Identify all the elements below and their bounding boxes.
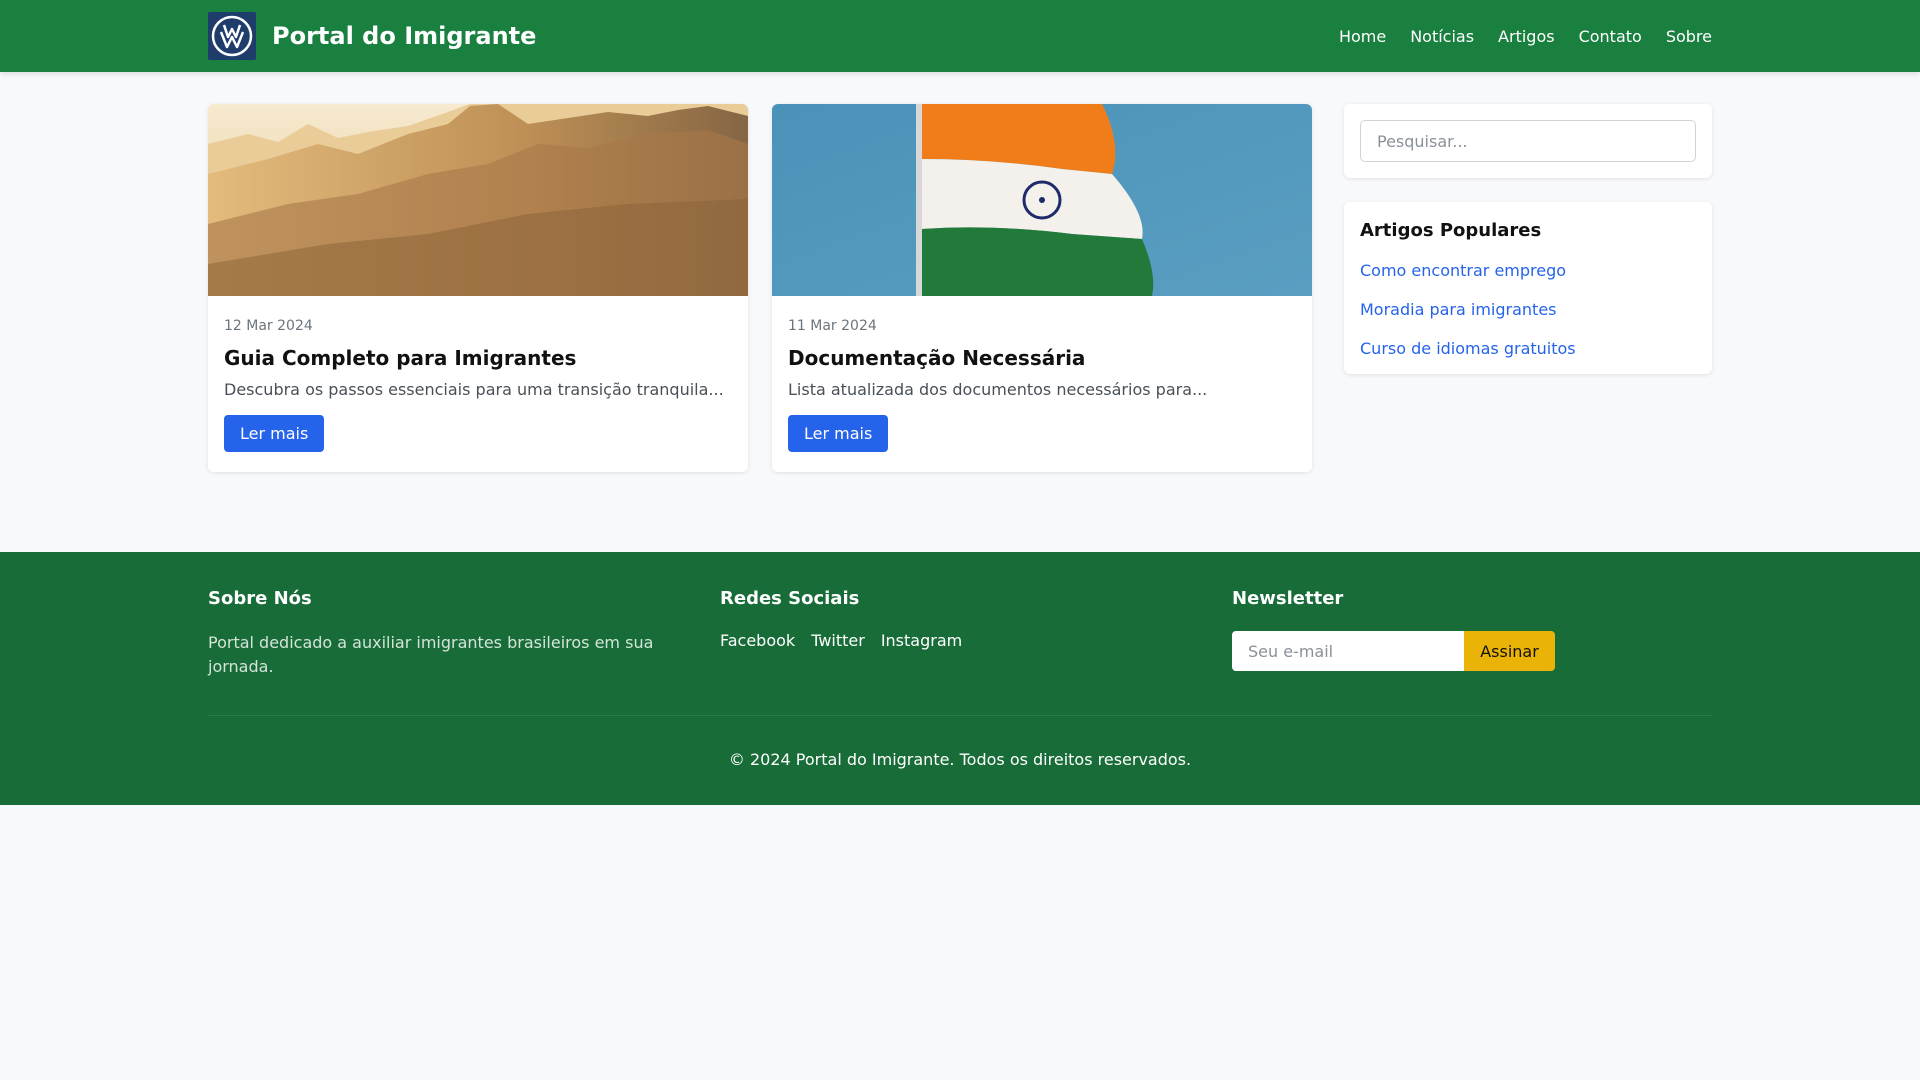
brand-name: Portal do Imigrante: [272, 22, 537, 50]
card-body: 12 Mar 2024 Guia Completo para Imigrante…: [208, 300, 748, 468]
newsletter-form: Assinar: [1232, 631, 1555, 671]
brand-link[interactable]: Portal do Imigrante: [208, 12, 536, 60]
instagram-link[interactable]: Instagram: [881, 631, 962, 650]
card-excerpt: Lista atualizada dos documentos necessár…: [788, 380, 1208, 399]
navbar-container: Portal do Imigrante Home Notícias Artigo…: [208, 0, 1712, 72]
card-title: Documentação Necessária: [788, 346, 1086, 370]
about-text: Portal dedicado a auxiliar imigrantes br…: [208, 633, 654, 676]
popular-link-moradia[interactable]: Moradia para imigrantes: [1360, 300, 1696, 319]
nav-noticias[interactable]: Notícias: [1410, 27, 1474, 46]
facebook-link[interactable]: Facebook: [720, 631, 795, 650]
about-title: Sobre Nós: [208, 588, 312, 609]
social-title: Redes Sociais: [720, 588, 860, 609]
card-date: 11 Mar 2024: [788, 318, 877, 334]
nav-contato[interactable]: Contato: [1579, 27, 1642, 46]
copyright-text: © 2024 Portal do Imigrante. Todos os dir…: [728, 750, 1192, 769]
nav-artigos[interactable]: Artigos: [1498, 27, 1555, 46]
twitter-link[interactable]: Twitter: [811, 631, 865, 650]
sidebar: Artigos Populares Como encontrar emprego…: [1344, 104, 1712, 374]
article-card: 12 Mar 2024 Guia Completo para Imigrante…: [208, 104, 748, 472]
popular-link-idiomas[interactable]: Curso de idiomas gratuitos: [1360, 339, 1696, 358]
footer-newsletter: Newsletter Assinar: [1232, 588, 1555, 671]
footer: Sobre Nós Portal dedicado a auxiliar imi…: [0, 552, 1920, 805]
newsletter-title: Newsletter: [1232, 588, 1344, 609]
card-body: 11 Mar 2024 Documentação Necessária List…: [772, 300, 1312, 468]
nav-home[interactable]: Home: [1339, 27, 1386, 46]
search-input[interactable]: [1360, 120, 1696, 162]
card-date: 12 Mar 2024: [224, 318, 313, 334]
top-navbar: Portal do Imigrante Home Notícias Artigo…: [0, 0, 1920, 72]
main-content: 12 Mar 2024 Guia Completo para Imigrante…: [208, 104, 1712, 472]
search-box: [1344, 104, 1712, 178]
vw-logo-icon: [208, 12, 256, 60]
nav-sobre[interactable]: Sobre: [1666, 27, 1712, 46]
read-more-button[interactable]: Ler mais: [788, 415, 889, 452]
footer-social: Redes Sociais Facebook Twitter Instagram: [720, 588, 962, 650]
social-links: Facebook Twitter Instagram: [720, 631, 962, 650]
footer-about: Sobre Nós Portal dedicado a auxiliar imi…: [208, 588, 688, 679]
read-more-button[interactable]: Ler mais: [224, 415, 325, 452]
main-nav: Home Notícias Artigos Contato Sobre: [1339, 27, 1712, 46]
mountain-image[interactable]: [208, 104, 748, 296]
email-field[interactable]: [1232, 631, 1464, 671]
card-excerpt: Descubra os passos essenciais para uma t…: [224, 380, 724, 399]
subscribe-button[interactable]: Assinar: [1464, 631, 1555, 671]
flag-image[interactable]: [772, 104, 1312, 296]
footer-container: Sobre Nós Portal dedicado a auxiliar imi…: [208, 552, 1712, 805]
popular-title: Artigos Populares: [1360, 220, 1542, 241]
article-card: 11 Mar 2024 Documentação Necessária List…: [772, 104, 1312, 472]
card-title: Guia Completo para Imigrantes: [224, 346, 577, 370]
popular-articles: Artigos Populares Como encontrar emprego…: [1344, 202, 1712, 374]
footer-divider: [208, 715, 1712, 716]
popular-link-emprego[interactable]: Como encontrar emprego: [1360, 261, 1696, 280]
